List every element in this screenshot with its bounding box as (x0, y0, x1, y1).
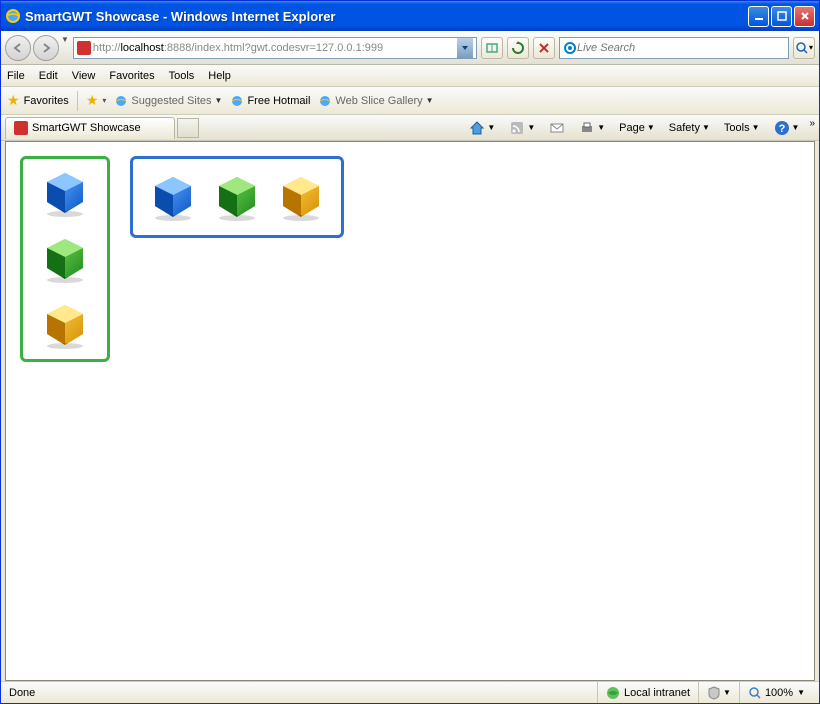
cube-green (41, 235, 89, 283)
nav-bar: ▼ http://localhost:8888/index.html?gwt.c… (1, 31, 819, 65)
back-button[interactable] (5, 35, 31, 61)
bookmark-web-slice-gallery[interactable]: Web Slice Gallery ▼ (318, 94, 433, 108)
shield-icon (707, 686, 721, 700)
ie-icon (5, 8, 21, 24)
tab-smartgwt-showcase[interactable]: SmartGWT Showcase (5, 117, 175, 139)
status-text: Done (7, 687, 509, 699)
forward-button[interactable] (33, 35, 59, 61)
tools-menu[interactable]: Tools▼ (720, 120, 764, 136)
zoom-icon (748, 686, 762, 700)
titlebar: SmartGWT Showcase - Windows Internet Exp… (1, 1, 819, 31)
print-button[interactable]: ▼ (575, 118, 609, 138)
bookmark-bar: ★ Favorites ★ ▾ Suggested Sites ▼ Free H… (1, 87, 819, 115)
site-icon (77, 41, 91, 55)
new-tab-button[interactable] (177, 118, 199, 138)
tab-label: SmartGWT Showcase (32, 122, 141, 134)
feeds-button[interactable]: ▼ (505, 118, 539, 138)
page-menu[interactable]: Page▼ (615, 120, 659, 136)
maximize-button[interactable] (771, 6, 792, 27)
menu-tools[interactable]: Tools (169, 70, 195, 82)
intranet-icon (606, 686, 620, 700)
browser-window: SmartGWT Showcase - Windows Internet Exp… (0, 0, 820, 704)
cube-blue (149, 173, 197, 221)
tab-bar: SmartGWT Showcase ▼ ▼ ▼ Page▼ Safety▼ To… (1, 115, 819, 141)
cube-blue (41, 169, 89, 217)
url-prefix: http:// (93, 42, 121, 54)
stop-button[interactable] (533, 37, 555, 59)
refresh-button[interactable] (507, 37, 529, 59)
site-icon (14, 121, 28, 135)
svg-text:?: ? (778, 123, 785, 135)
compat-view-button[interactable] (481, 37, 503, 59)
menu-file[interactable]: File (7, 70, 25, 82)
search-input[interactable] (577, 42, 785, 54)
menu-help[interactable]: Help (208, 70, 231, 82)
minimize-button[interactable] (748, 6, 769, 27)
close-button[interactable] (794, 6, 815, 27)
add-favorites-button[interactable]: ★ ▾ (86, 92, 107, 109)
home-button[interactable]: ▼ (465, 118, 499, 138)
url-host: localhost (120, 42, 163, 54)
menu-bar: File Edit View Favorites Tools Help (1, 65, 819, 87)
search-bar[interactable] (559, 37, 789, 59)
security-zone[interactable]: Local intranet (597, 682, 698, 703)
menu-edit[interactable]: Edit (39, 70, 58, 82)
favorites-button[interactable]: ★ Favorites (7, 92, 69, 109)
ie-page-icon (318, 94, 332, 108)
ie-page-icon (230, 94, 244, 108)
safety-menu[interactable]: Safety▼ (665, 120, 714, 136)
search-button[interactable]: ▾ (793, 37, 815, 59)
help-button[interactable]: ?▼ (770, 118, 804, 138)
zoom-control[interactable]: 100% ▼ (739, 682, 813, 703)
protected-mode[interactable]: ▼ (698, 682, 739, 703)
url-suffix: :8888/index.html?gwt.codesvr=127.0.0.1:9… (164, 42, 383, 54)
favorites-label: Favorites (24, 95, 69, 107)
overflow-chevron[interactable]: » (809, 118, 815, 129)
read-mail-button[interactable] (545, 119, 569, 137)
nav-history-dropdown[interactable]: ▼ (61, 35, 69, 61)
vertical-layout-panel (20, 156, 110, 362)
bookmark-free-hotmail[interactable]: Free Hotmail (230, 94, 310, 108)
divider (77, 91, 78, 111)
bing-icon (563, 41, 577, 55)
bookmark-suggested-sites[interactable]: Suggested Sites ▼ (114, 94, 222, 108)
status-bar: Done Local intranet ▼ 100% ▼ (1, 681, 819, 703)
address-bar[interactable]: http://localhost:8888/index.html?gwt.cod… (73, 37, 477, 59)
menu-view[interactable]: View (72, 70, 96, 82)
window-title: SmartGWT Showcase - Windows Internet Exp… (25, 9, 748, 24)
menu-favorites[interactable]: Favorites (109, 70, 154, 82)
url-dropdown[interactable] (457, 38, 473, 58)
ie-page-icon (114, 94, 128, 108)
star-add-icon: ★ (86, 92, 99, 109)
cube-yellow (277, 173, 325, 221)
cube-green (213, 173, 261, 221)
star-icon: ★ (7, 92, 20, 109)
horizontal-layout-panel (130, 156, 344, 238)
content-area (5, 141, 815, 681)
cube-yellow (41, 301, 89, 349)
